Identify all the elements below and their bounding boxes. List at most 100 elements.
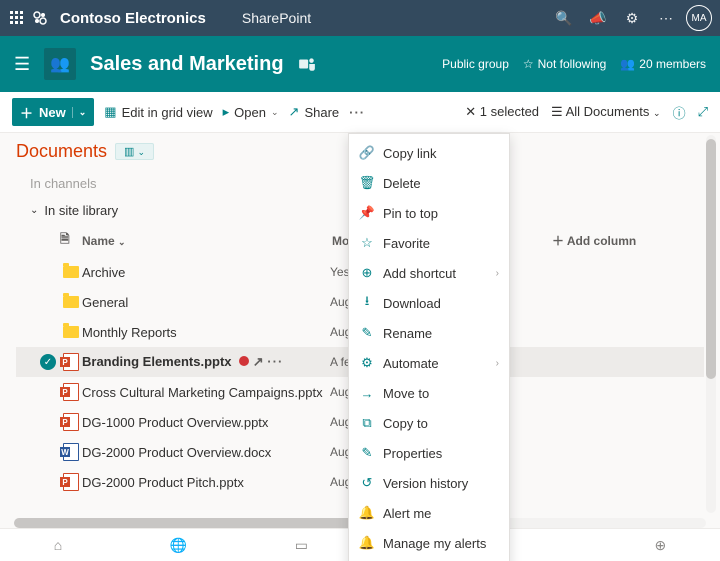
menu-item[interactable]: ⚙Automate›	[349, 348, 509, 378]
row-overflow-icon[interactable]: ···	[267, 354, 283, 369]
home-icon[interactable]: ⌂	[54, 537, 62, 553]
menu-icon: ⊕	[359, 265, 375, 281]
settings-icon[interactable]: ⚙	[618, 10, 646, 27]
command-bar: ＋ New ⌄ ▦Edit in grid view ▸Open ⌄ ↗Shar…	[0, 92, 720, 133]
app-launcher-icon[interactable]	[8, 9, 26, 27]
menu-label: Move to	[383, 386, 429, 401]
menu-item[interactable]: ⊕ Add shortcut ›	[349, 258, 509, 288]
menu-icon: ☆	[359, 235, 375, 251]
chevron-down-icon: ⌄	[30, 205, 38, 216]
file-name[interactable]: DG-1000 Product Overview.pptx	[82, 415, 330, 430]
search-icon[interactable]: 🔍	[550, 10, 578, 27]
menu-icon: ⧉	[359, 415, 375, 431]
menu-label: Favorite	[383, 236, 430, 251]
menu-icon: ⚙	[359, 355, 375, 371]
site-title[interactable]: Sales and Marketing	[90, 53, 283, 76]
file-name[interactable]: Monthly Reports	[82, 325, 330, 340]
new-button[interactable]: ＋ New ⌄	[12, 98, 94, 126]
menu-icon: 🗑	[359, 175, 375, 191]
chevron-down-icon[interactable]: ⌄	[72, 107, 87, 118]
menu-item[interactable]: 🔔 Manage my alerts	[349, 528, 509, 558]
app-name[interactable]: SharePoint	[242, 10, 311, 26]
menu-item[interactable]: ↺Version history	[349, 468, 509, 498]
org-name: Contoso Electronics	[60, 10, 206, 27]
edit-grid-button[interactable]: ▦Edit in grid view	[104, 104, 212, 120]
teams-icon[interactable]	[298, 55, 316, 73]
menu-icon: ⭳	[359, 292, 375, 314]
menu-item[interactable]: ⭳ Download	[349, 288, 509, 318]
file-name[interactable]: General	[82, 295, 330, 310]
menu-item[interactable]: ✎ Properties	[349, 438, 509, 468]
news-icon[interactable]: ▭	[295, 537, 308, 554]
menu-label: Download	[383, 296, 441, 311]
file-icon	[60, 326, 82, 338]
menu-label: Copy to	[383, 416, 428, 431]
file-icon	[60, 296, 82, 308]
row-checkmark-icon[interactable]: ✓	[40, 354, 56, 370]
col-name[interactable]: Name ⌄	[82, 234, 332, 248]
file-name[interactable]: DG-2000 Product Overview.docx	[82, 445, 330, 460]
menu-label: Copy link	[383, 146, 436, 161]
menu-label: Delete	[383, 176, 421, 191]
file-icon	[60, 413, 82, 431]
file-icon	[60, 353, 82, 371]
members-button[interactable]: 👥 20 members	[620, 57, 706, 71]
menu-label: Alert me	[383, 506, 431, 521]
content-area: Documents ▥ ⌄ In channels ⌄ In site libr…	[0, 133, 720, 497]
file-type-column-icon[interactable]: 🗎	[60, 230, 82, 251]
menu-label: Rename	[383, 326, 432, 341]
site-header: ☰ 👥 Sales and Marketing Public group ☆ N…	[0, 36, 720, 92]
menu-item[interactable]: →Move to	[349, 378, 509, 408]
menu-label: Pin to top	[383, 206, 438, 221]
menu-item[interactable]: ⧉ Copy to	[349, 408, 509, 438]
menu-item[interactable]: ✎Rename	[349, 318, 509, 348]
follow-button[interactable]: ☆ Not following	[523, 57, 606, 71]
chevron-right-icon: ›	[496, 268, 499, 279]
vertical-scrollbar[interactable]	[706, 135, 716, 513]
view-selector[interactable]: ☰ All Documents ⌄	[551, 104, 661, 120]
menu-icon: ✎	[359, 445, 375, 461]
share-icon: ↗	[289, 104, 300, 120]
globe-icon[interactable]: 🌐	[170, 537, 187, 554]
col-add[interactable]: ＋ Add column	[552, 232, 636, 249]
grid-icon: ▦	[104, 104, 116, 120]
hamburger-icon[interactable]: ☰	[14, 54, 30, 75]
site-logo[interactable]: 👥	[44, 48, 76, 80]
file-icon	[60, 266, 82, 278]
selection-count: ✕ 1 selected	[465, 104, 539, 120]
share-inline-icon[interactable]: ↗	[253, 354, 264, 369]
checkout-badge-icon	[239, 356, 249, 366]
menu-item[interactable]: 🗑 Delete	[349, 168, 509, 198]
org-logo-icon	[32, 10, 48, 26]
menu-item[interactable]: ☆ Favorite	[349, 228, 509, 258]
menu-item[interactable]: 🔔Alert me	[349, 498, 509, 528]
info-icon[interactable]: ⓘ	[673, 103, 686, 122]
menu-label: Automate	[383, 356, 439, 371]
suite-bar: Contoso Electronics SharePoint 🔍 📣 ⚙ ⋯ M…	[0, 0, 720, 36]
expand-icon[interactable]: ⤢	[698, 104, 708, 120]
menu-label: Add shortcut	[383, 266, 456, 281]
share-button[interactable]: ↗Share	[289, 104, 340, 120]
menu-item[interactable]: 📌Pin to top	[349, 198, 509, 228]
chevron-down-icon: ⌄	[271, 107, 279, 118]
megaphone-icon[interactable]: 📣	[584, 10, 612, 27]
file-name[interactable]: Cross Cultural Marketing Campaigns.pptx	[82, 385, 330, 400]
menu-icon: 🔗	[359, 145, 375, 161]
file-name[interactable]: DG-2000 Product Pitch.pptx	[82, 475, 330, 490]
overflow-button[interactable]: ···	[349, 105, 365, 120]
menu-label: Manage my alerts	[383, 536, 486, 551]
file-icon	[60, 443, 82, 461]
file-icon	[60, 383, 82, 401]
menu-item[interactable]: 🔗 Copy link	[349, 138, 509, 168]
avatar[interactable]: MA	[686, 5, 712, 31]
group-type: Public group	[442, 57, 509, 71]
file-name[interactable]: Archive	[82, 265, 330, 280]
open-button[interactable]: ▸Open ⌄	[223, 104, 279, 120]
menu-label: Properties	[383, 446, 442, 461]
menu-icon: 🔔	[359, 535, 375, 551]
more-icon[interactable]: ⋯	[652, 10, 680, 27]
add-icon[interactable]: ⊕	[654, 537, 666, 554]
file-name[interactable]: Branding Elements.pptx ↗ ···	[82, 354, 330, 370]
menu-icon: ↺	[359, 475, 375, 491]
view-mode-button[interactable]: ▥ ⌄	[115, 143, 154, 160]
